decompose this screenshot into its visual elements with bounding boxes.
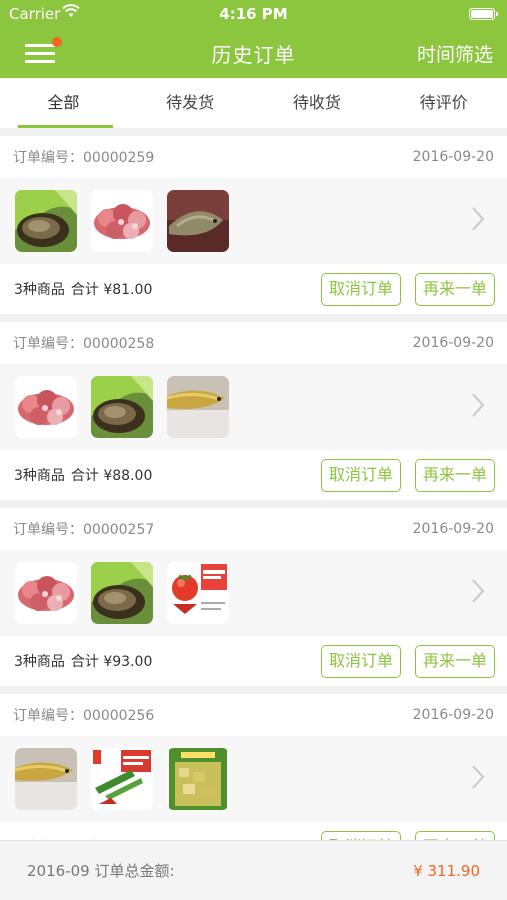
- nav-bar: 历史订单 时间筛选: [0, 28, 507, 78]
- order-total: 合计 ¥88.00: [70, 468, 153, 484]
- order-card: 订单编号：00000259 2016-09-20 3种商品 合计 ¥81.00 取消订单…: [0, 136, 507, 314]
- order-products-row[interactable]: [0, 364, 507, 450]
- total-summary-bar: 2016-09 订单总金额: ¥ 311.90: [0, 840, 507, 900]
- tab-pending-receipt[interactable]: 待收货: [254, 78, 381, 128]
- order-number: 订单编号：00000256: [13, 708, 155, 724]
- product-thumbnail-pork: [91, 190, 153, 252]
- product-thumbnail-abalone: [91, 562, 153, 624]
- order-header: 订单编号：00000258 2016-09-20: [0, 322, 507, 364]
- product-thumbnail-yellow-fish: [167, 376, 229, 438]
- product-thumbnail-pork: [15, 562, 77, 624]
- order-total: 合计 ¥81.00: [70, 282, 153, 298]
- item-count: 3种商品: [14, 654, 65, 670]
- order-number: 订单编号：00000259: [13, 150, 155, 166]
- order-summary: 3种商品 合计 ¥93.00: [14, 651, 307, 671]
- order-footer: 3种商品 合计 ¥81.00 取消订单 再来一单: [0, 264, 507, 314]
- cancel-order-button[interactable]: 取消订单: [320, 644, 401, 678]
- order-date: 2016-09-20: [412, 707, 494, 723]
- tab-all[interactable]: 全部: [0, 78, 127, 128]
- product-thumbnail-tomato-pack: [167, 562, 229, 624]
- status-time: 4:16 PM: [219, 5, 288, 23]
- order-products-row[interactable]: [0, 736, 507, 822]
- order-date: 2016-09-20: [412, 521, 494, 537]
- time-filter-button[interactable]: 时间筛选: [417, 40, 493, 67]
- order-footer: 3种商品 合计 ¥88.00 取消订单 再来一单: [0, 450, 507, 500]
- order-total: 合计 ¥93.00: [70, 654, 153, 670]
- reorder-button[interactable]: 再来一单: [414, 644, 495, 678]
- chevron-right-icon: [472, 579, 485, 603]
- product-thumbnail-yellow-fish: [15, 748, 77, 810]
- product-thumbnail-cucumber-pack: [91, 748, 153, 810]
- order-card: 订单编号：00000258 2016-09-20 3种商品 合计 ¥88.00 取消订单…: [0, 322, 507, 500]
- item-count: 3种商品: [14, 282, 65, 298]
- status-bar: Carrier 4:16 PM: [0, 0, 507, 28]
- product-thumbnail-abalone: [15, 190, 77, 252]
- chevron-right-icon: [472, 765, 485, 789]
- order-summary: 3种商品 合计 ¥81.00: [14, 279, 307, 299]
- order-header: 订单编号：00000256 2016-09-20: [0, 694, 507, 736]
- total-summary-amount: ¥ 311.90: [413, 861, 480, 880]
- order-summary: 3种商品 合计 ¥88.00: [14, 465, 307, 485]
- order-date: 2016-09-20: [412, 149, 494, 165]
- order-number: 订单编号：00000257: [13, 522, 155, 538]
- tab-pending-shipment[interactable]: 待发货: [127, 78, 254, 128]
- chevron-right-icon: [472, 207, 485, 231]
- cancel-order-button[interactable]: 取消订单: [320, 272, 401, 306]
- app-header: Carrier 4:16 PM 历史订单 时间筛选: [0, 0, 507, 78]
- order-number: 订单编号：00000258: [13, 336, 155, 352]
- total-summary-label: 2016-09 订单总金额:: [27, 862, 175, 880]
- chevron-right-icon: [472, 393, 485, 417]
- order-date: 2016-09-20: [412, 335, 494, 351]
- order-products-row[interactable]: [0, 550, 507, 636]
- order-header: 订单编号：00000257 2016-09-20: [0, 508, 507, 550]
- order-footer: 3种商品 合计 ¥93.00 取消订单 再来一单: [0, 636, 507, 686]
- product-thumbnail-fish: [167, 190, 229, 252]
- order-card: 订单编号：00000257 2016-09-20 3种商品 合计 ¥93.00 取消订单…: [0, 508, 507, 686]
- cancel-order-button[interactable]: 取消订单: [320, 458, 401, 492]
- reorder-button[interactable]: 再来一单: [414, 272, 495, 306]
- product-thumbnail-abalone: [91, 376, 153, 438]
- product-thumbnail-pork: [15, 376, 77, 438]
- order-products-row[interactable]: [0, 178, 507, 264]
- tab-pending-review[interactable]: 待评价: [380, 78, 507, 128]
- battery-icon: [469, 8, 498, 20]
- item-count: 3种商品: [14, 468, 65, 484]
- order-status-tabs: 全部 待发货 待收货 待评价: [0, 78, 507, 128]
- order-list: 订单编号：00000259 2016-09-20 3种商品 合计 ¥81.00 取消订单…: [0, 136, 507, 880]
- reorder-button[interactable]: 再来一单: [414, 458, 495, 492]
- product-thumbnail-pickle-bag: [167, 748, 229, 810]
- order-header: 订单编号：00000259 2016-09-20: [0, 136, 507, 178]
